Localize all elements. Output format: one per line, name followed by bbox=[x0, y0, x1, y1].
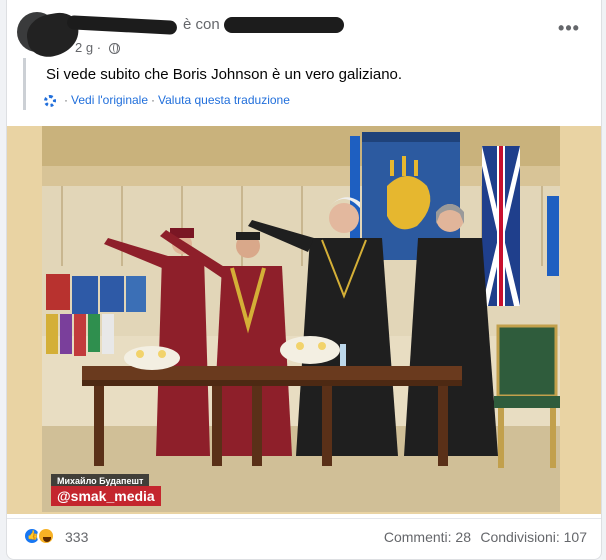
post-text: Si vede subito che Boris Johnson è un ve… bbox=[46, 66, 403, 83]
post-quote-block: Si vede subito che Boris Johnson è un ve… bbox=[23, 58, 583, 110]
author-line: è con bbox=[66, 15, 344, 36]
post-meta: 2 g · bbox=[75, 40, 120, 55]
redacted-author-name[interactable] bbox=[66, 15, 178, 35]
ceremony-illustration bbox=[42, 126, 560, 512]
union-flag bbox=[482, 146, 520, 306]
translate-dot: · bbox=[64, 93, 68, 107]
translate-separator: · bbox=[151, 93, 156, 107]
globe-icon bbox=[108, 43, 120, 55]
post-header: è con 2 g · ••• bbox=[15, 8, 595, 61]
reaction-count[interactable]: 333 bbox=[65, 529, 88, 545]
rate-translation-link[interactable]: Valuta questa traduzione bbox=[158, 93, 290, 107]
see-original-link[interactable]: Vedi l'originale bbox=[71, 93, 148, 107]
translation-bar: · Vedi l'originale · Valuta questa traduzio… bbox=[44, 93, 290, 107]
post-card: è con 2 g · ••• Si vede subito che Boris… bbox=[6, 0, 602, 560]
with-text: è con bbox=[183, 16, 220, 33]
post-photo[interactable] bbox=[42, 126, 560, 512]
haha-reaction-icon bbox=[37, 527, 55, 545]
shares-count[interactable]: Condivisioni: 107 bbox=[480, 529, 587, 545]
photo-caption-handle: @smak_media bbox=[51, 486, 161, 506]
comments-count[interactable]: Commenti: 28 bbox=[384, 529, 471, 545]
redacted-tagged-name[interactable] bbox=[223, 17, 344, 34]
translate-gear-icon[interactable] bbox=[44, 94, 56, 107]
post-time[interactable]: 2 g bbox=[75, 40, 93, 55]
post-footer: 333 Commenti: 28 Condivisioni: 107 bbox=[7, 518, 601, 554]
meta-separator: · bbox=[96, 40, 102, 55]
more-options-button[interactable]: ••• bbox=[551, 18, 587, 46]
